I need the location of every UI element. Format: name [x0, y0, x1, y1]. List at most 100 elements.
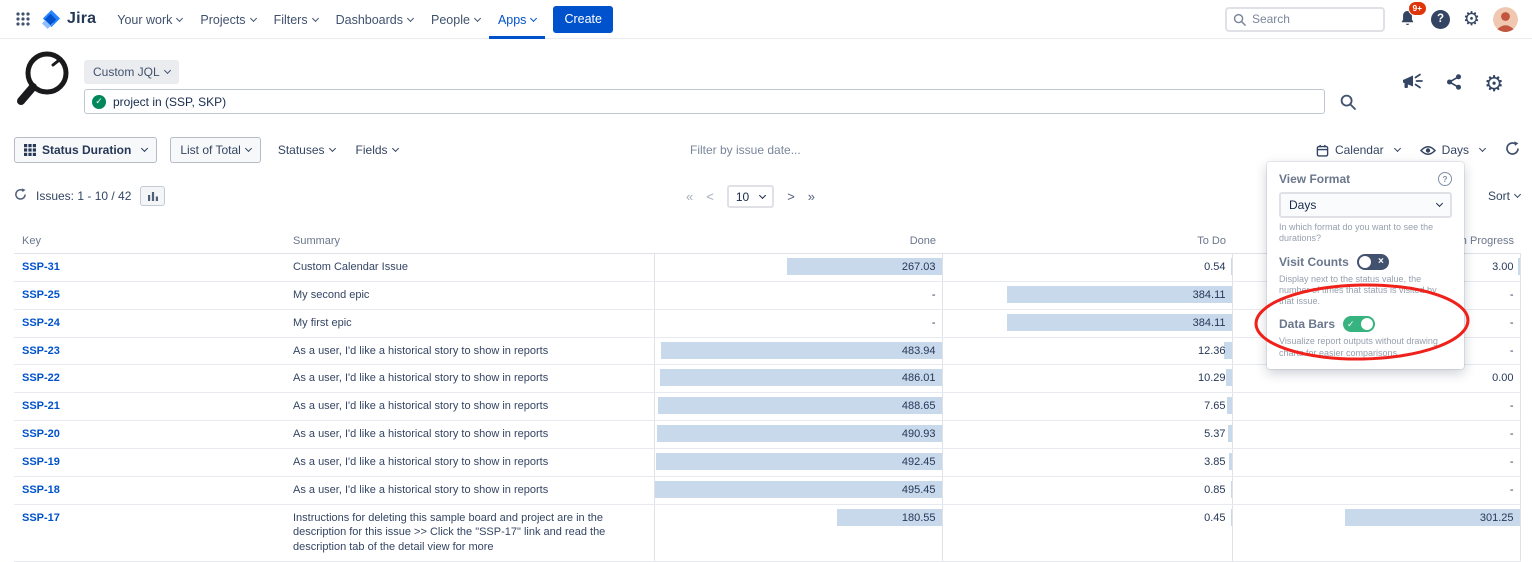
nav-your-work[interactable]: Your work — [108, 0, 191, 39]
data-bars-help-text: Visualize report outputs without drawing… — [1279, 336, 1452, 359]
nav-apps[interactable]: Apps — [489, 0, 546, 39]
announcement-megaphone-icon[interactable] — [1401, 72, 1424, 95]
key-cell: SSP-19 — [14, 448, 279, 476]
report-type-dropdown[interactable]: Status Duration — [14, 137, 157, 163]
issue-key-link[interactable]: SSP-17 — [22, 512, 60, 524]
person-icon — [1493, 7, 1518, 32]
list-mode-dropdown[interactable]: List of Total — [170, 137, 260, 163]
calendar-dropdown[interactable]: Calendar — [1316, 143, 1400, 157]
statuses-label: Statuses — [278, 143, 325, 157]
column-header-todo[interactable]: To Do — [942, 228, 1232, 254]
panel-help-icon[interactable]: ? — [1438, 172, 1452, 186]
format-help-text: In which format do you want to see the d… — [1279, 222, 1452, 245]
jql-query-input[interactable]: ✓ project in (SSP, SKP) — [84, 89, 1325, 114]
chevron-down-icon — [530, 15, 537, 22]
run-query-search-icon[interactable] — [1340, 94, 1356, 113]
column-header-key[interactable]: Key — [14, 228, 279, 254]
fields-label: Fields — [356, 143, 388, 157]
chevron-down-icon — [176, 15, 183, 22]
fields-dropdown[interactable]: Fields — [352, 143, 402, 157]
view-format-dropdown[interactable]: Days — [1420, 143, 1485, 157]
data-bars-label: Data Bars — [1279, 317, 1335, 331]
visit-counts-label: Visit Counts — [1279, 255, 1349, 269]
refresh-icon[interactable] — [1505, 141, 1520, 159]
duration-value: 486.01 — [902, 372, 936, 384]
sort-dropdown[interactable]: Sort — [1488, 189, 1520, 203]
issue-key-link[interactable]: SSP-24 — [22, 317, 60, 329]
report-type-label: Status Duration — [42, 143, 131, 157]
issue-key-link[interactable]: SSP-18 — [22, 484, 60, 496]
share-icon[interactable] — [1445, 73, 1463, 94]
next-page-icon[interactable]: > — [787, 189, 795, 204]
grid-table-icon — [24, 144, 36, 156]
duration-cell-done: 180.55 — [654, 504, 942, 562]
duration-value: 7.65 — [1204, 400, 1225, 412]
jira-logo[interactable]: Jira — [40, 9, 96, 30]
data-bar — [660, 369, 942, 386]
report-settings-gear-icon[interactable]: ⚙ — [1484, 73, 1504, 95]
nav-people[interactable]: People — [422, 0, 489, 39]
toggle-knob — [1361, 318, 1373, 330]
chevron-down-icon — [141, 145, 148, 152]
user-avatar[interactable] — [1493, 7, 1518, 32]
page-size-value: 10 — [736, 190, 749, 204]
duration-cell-todo: 384.11 — [942, 309, 1232, 337]
duration-value: 301.25 — [1480, 512, 1514, 524]
format-select[interactable]: Days — [1279, 192, 1452, 218]
toolbar-right-cluster: Calendar Days — [1316, 141, 1520, 159]
issue-summary: Instructions for deleting this sample bo… — [279, 504, 654, 562]
duration-cell-done: 483.94 — [654, 337, 942, 365]
create-button[interactable]: Create — [553, 6, 613, 33]
duration-value: 0.85 — [1204, 484, 1225, 496]
duration-value: - — [1510, 456, 1514, 468]
chevron-down-icon — [1479, 145, 1486, 152]
app-switcher-icon[interactable] — [10, 4, 36, 34]
chevron-down-icon — [1436, 200, 1443, 207]
data-bars-toggle[interactable]: ✓ — [1343, 316, 1375, 332]
last-page-icon[interactable]: » — [808, 189, 815, 204]
page-size-select[interactable]: 10 — [727, 185, 774, 208]
chart-view-button[interactable] — [140, 186, 165, 206]
issue-key-link[interactable]: SSP-31 — [22, 261, 60, 273]
notifications-button[interactable]: 9+ — [1398, 9, 1418, 29]
issue-key-link[interactable]: SSP-25 — [22, 289, 60, 301]
duration-cell-done: 490.93 — [654, 421, 942, 449]
duration-cell-todo: 3.85 — [942, 448, 1232, 476]
issue-date-filter-input[interactable]: Filter by issue date... — [690, 143, 801, 157]
issue-key-link[interactable]: SSP-19 — [22, 456, 60, 468]
panel-title: View Format — [1279, 172, 1350, 186]
issue-summary: My second epic — [279, 281, 654, 309]
grid-icon — [16, 12, 30, 26]
table-row: SSP-19As a user, I'd like a historical s… — [14, 448, 1520, 476]
duration-value: 495.45 — [902, 484, 936, 496]
statuses-dropdown[interactable]: Statuses — [274, 143, 339, 157]
sync-icon[interactable] — [14, 188, 27, 204]
issue-key-link[interactable]: SSP-23 — [22, 345, 60, 357]
issue-key-link[interactable]: SSP-21 — [22, 400, 60, 412]
app-logo-magnifier — [14, 48, 76, 113]
global-search-input[interactable]: Search — [1225, 7, 1385, 32]
settings-gear-icon[interactable]: ⚙ — [1463, 10, 1480, 29]
help-button[interactable]: ? — [1431, 10, 1450, 29]
duration-cell-done: - — [654, 281, 942, 309]
nav-label: Dashboards — [336, 13, 403, 27]
chevron-down-icon — [312, 15, 319, 22]
jql-mode-dropdown[interactable]: Custom JQL — [84, 60, 179, 84]
prev-page-icon[interactable]: < — [706, 189, 714, 204]
duration-value: - — [932, 317, 936, 329]
visit-counts-toggle[interactable]: × — [1357, 254, 1389, 270]
column-header-summary[interactable]: Summary — [279, 228, 654, 254]
issue-summary: As a user, I'd like a historical story t… — [279, 365, 654, 393]
issue-key-link[interactable]: SSP-22 — [22, 372, 60, 384]
nav-filters[interactable]: Filters — [265, 0, 327, 39]
key-cell: SSP-21 — [14, 393, 279, 421]
chevron-down-icon — [328, 145, 335, 152]
nav-dashboards[interactable]: Dashboards — [327, 0, 422, 39]
issue-key-link[interactable]: SSP-20 — [22, 428, 60, 440]
column-header-done[interactable]: Done — [654, 228, 942, 254]
format-select-value: Days — [1289, 198, 1316, 212]
pagination: « < 10 > » — [686, 185, 815, 208]
first-page-icon[interactable]: « — [686, 189, 693, 204]
issue-summary: As a user, I'd like a historical story t… — [279, 337, 654, 365]
nav-projects[interactable]: Projects — [191, 0, 264, 39]
